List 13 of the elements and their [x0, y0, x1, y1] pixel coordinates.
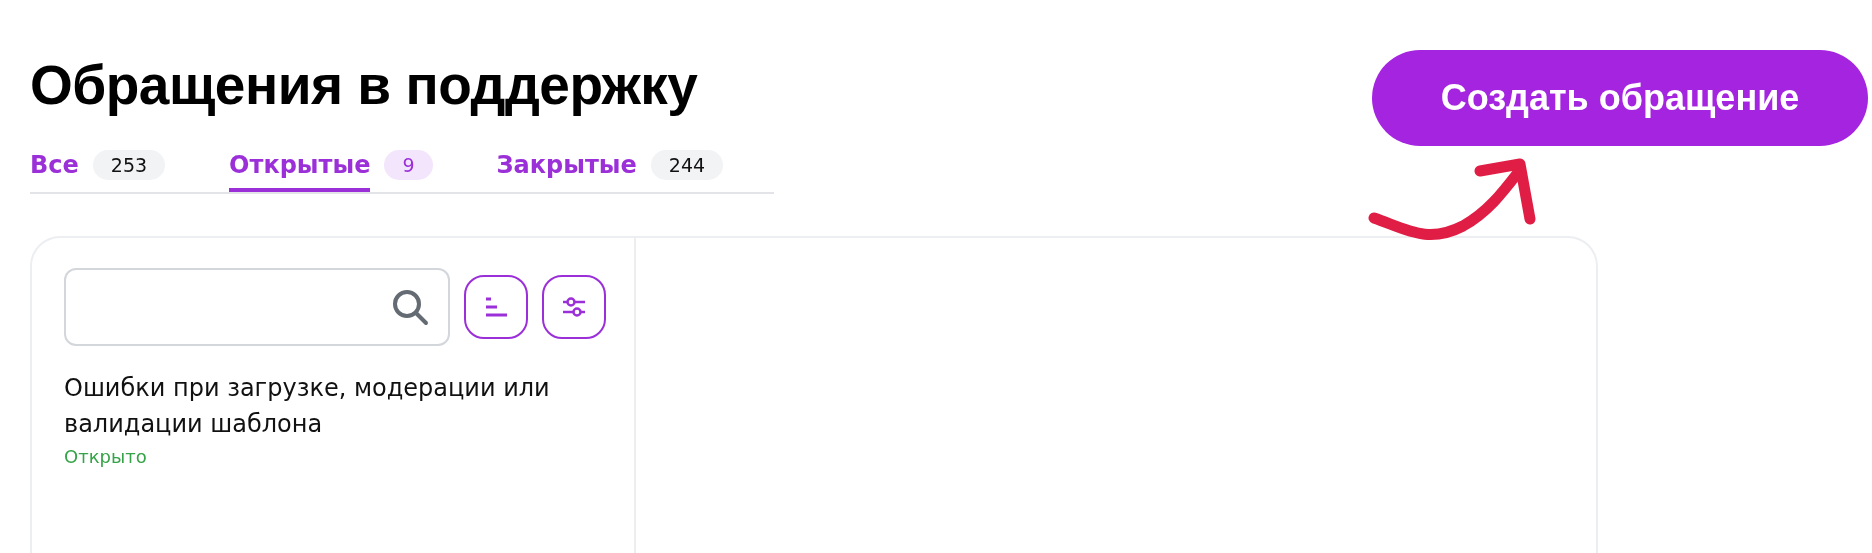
page-title: Обращения в поддержку: [30, 53, 699, 118]
sort-button[interactable]: [464, 275, 528, 339]
ticket-title[interactable]: Ошибки при загрузке, модерации или валидации шаблона: [64, 370, 584, 442]
tab[interactable]: Закрытые 244: [496, 144, 724, 194]
tab[interactable]: Все 253: [30, 144, 166, 194]
sliders-icon: [561, 296, 587, 318]
search-icon: [390, 287, 430, 327]
ticket-status: Открыто: [64, 446, 148, 467]
create-request-button[interactable]: Создать обращение: [1372, 50, 1868, 146]
tab[interactable]: Открытые 9: [229, 144, 433, 194]
search-field[interactable]: [64, 268, 450, 346]
sort-icon: [484, 296, 508, 318]
filter-button[interactable]: [542, 275, 606, 339]
